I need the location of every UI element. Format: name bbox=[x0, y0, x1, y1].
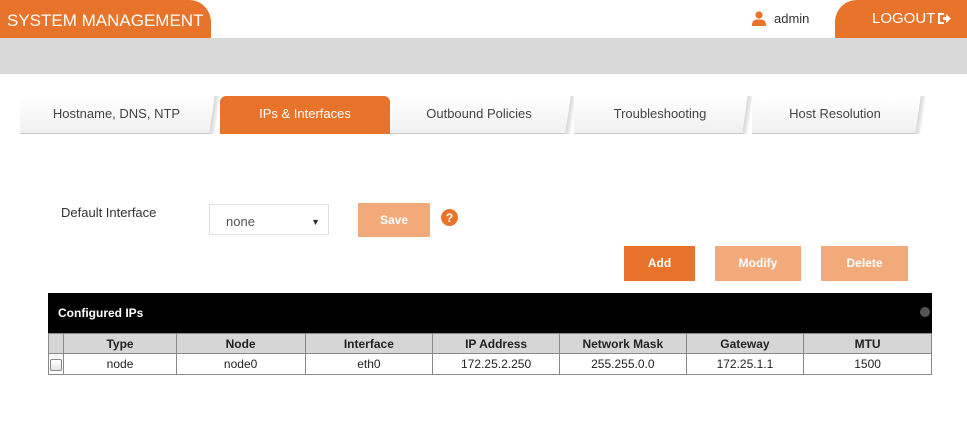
table-row[interactable]: node node0 eth0 172.25.2.250 255.255.0.0… bbox=[47, 353, 932, 375]
caret-down-icon: ▼ bbox=[311, 217, 320, 227]
cell-gateway: 172.25.1.1 bbox=[685, 353, 805, 375]
tab-troubleshooting[interactable]: Troubleshooting bbox=[574, 96, 746, 134]
tab-ips-interfaces[interactable]: IPs & Interfaces bbox=[220, 96, 390, 134]
logout-label: LOGOUT bbox=[872, 10, 936, 27]
column-header[interactable]: Type bbox=[63, 333, 177, 354]
column-header[interactable]: MTU bbox=[803, 333, 932, 354]
column-header[interactable]: Network Mask bbox=[558, 333, 687, 354]
default-interface-label: Default Interface bbox=[61, 205, 157, 220]
cell-type: node bbox=[63, 353, 177, 375]
user-icon bbox=[752, 11, 766, 26]
sign-out-icon bbox=[938, 13, 952, 24]
table-header-row: Type Node Interface IP Address Network M… bbox=[47, 333, 932, 354]
configured-ips-panel-header: Configured IPs bbox=[48, 293, 932, 333]
logout-button[interactable]: LOGOUT bbox=[835, 0, 967, 38]
delete-button[interactable]: Delete bbox=[821, 246, 908, 281]
column-header[interactable]: Interface bbox=[304, 333, 434, 354]
save-button[interactable]: Save bbox=[358, 203, 430, 237]
modify-button[interactable]: Modify bbox=[715, 246, 801, 281]
cell-mtu: 1500 bbox=[803, 353, 932, 375]
column-header[interactable]: Gateway bbox=[685, 333, 805, 354]
default-interface-select[interactable]: none ▼ bbox=[209, 204, 329, 235]
column-header[interactable]: Node bbox=[175, 333, 306, 354]
configured-ips-table: Type Node Interface IP Address Network M… bbox=[47, 333, 932, 375]
sub-header-bar bbox=[0, 38, 967, 74]
cell-network-mask: 255.255.0.0 bbox=[558, 353, 687, 375]
collapse-icon[interactable] bbox=[920, 307, 930, 317]
cell-interface: eth0 bbox=[304, 353, 434, 375]
tab-hostname-dns-ntp[interactable]: Hostname, DNS, NTP bbox=[20, 96, 213, 134]
tab-host-resolution[interactable]: Host Resolution bbox=[752, 96, 918, 134]
column-header[interactable]: IP Address bbox=[432, 333, 560, 354]
app-title: SYSTEM MANAGEMENT bbox=[0, 0, 211, 38]
default-interface-value: none bbox=[226, 214, 255, 229]
svg-text:?: ? bbox=[446, 211, 453, 225]
row-checkbox[interactable] bbox=[50, 358, 63, 371]
panel-title: Configured IPs bbox=[58, 306, 144, 320]
question-circle-icon[interactable]: ? bbox=[441, 209, 458, 226]
add-button[interactable]: Add bbox=[624, 246, 695, 281]
current-user: admin bbox=[752, 11, 809, 26]
row-select-cell bbox=[47, 353, 65, 375]
cell-ip-address: 172.25.2.250 bbox=[432, 353, 560, 375]
cell-node: node0 bbox=[175, 353, 306, 375]
select-column-header bbox=[47, 333, 65, 354]
username: admin bbox=[774, 11, 810, 26]
tab-outbound-policies[interactable]: Outbound Policies bbox=[390, 96, 568, 134]
